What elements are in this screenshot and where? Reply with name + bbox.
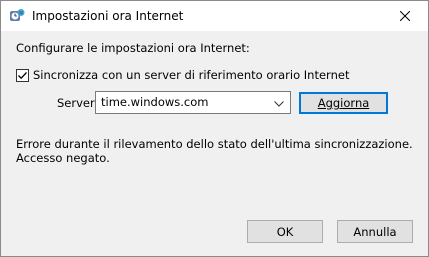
error-message: Errore durante il rilevamento dello stat…: [16, 137, 413, 165]
ok-button-label: OK: [276, 224, 294, 239]
window-title: Impostazioni ora Internet: [32, 9, 184, 23]
server-combobox[interactable]: time.windows.com: [95, 91, 291, 114]
sync-checkbox[interactable]: [16, 68, 29, 82]
ok-button[interactable]: OK: [247, 220, 323, 243]
close-button[interactable]: [382, 1, 428, 31]
update-button-label: Aggiorna: [317, 96, 370, 110]
close-icon: [400, 11, 410, 21]
checkmark-icon: [18, 71, 27, 79]
cancel-button-label: Annulla: [353, 224, 397, 239]
cancel-button[interactable]: Annulla: [337, 220, 413, 243]
clock-globe-icon: [9, 8, 25, 24]
server-label: Server:: [57, 96, 99, 110]
sync-checkbox-label: Sincronizza con un server di riferimento…: [33, 68, 350, 82]
server-value: time.windows.com: [101, 95, 209, 109]
settings-heading: Configurare le impostazioni ora Internet…: [16, 41, 250, 55]
title-bar[interactable]: Impostazioni ora Internet: [1, 1, 428, 31]
update-button[interactable]: Aggiorna: [299, 92, 388, 114]
sync-checkbox-row[interactable]: Sincronizza con un server di riferimento…: [16, 67, 349, 83]
dialog-window: Impostazioni ora Internet Configurare le…: [0, 0, 429, 257]
chevron-down-icon[interactable]: [273, 98, 285, 108]
